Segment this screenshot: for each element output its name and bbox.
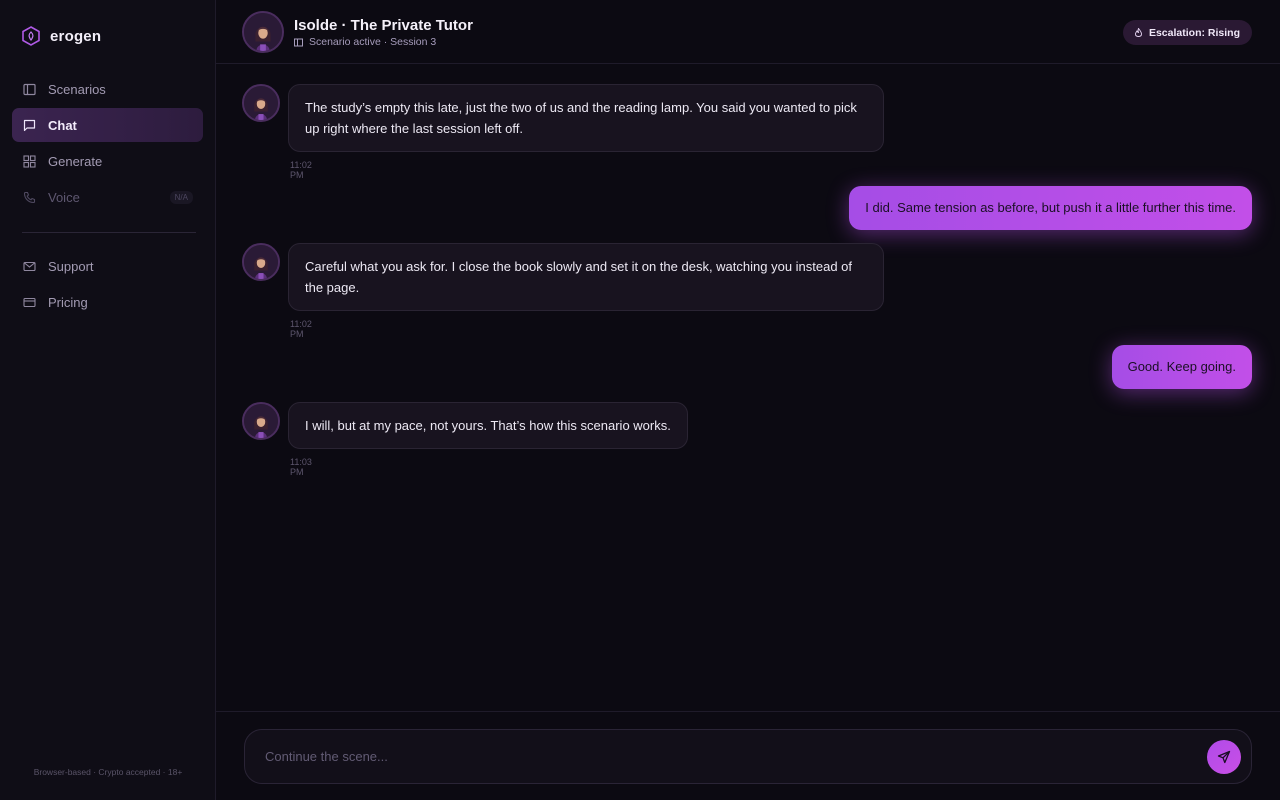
flame-icon xyxy=(1135,28,1142,37)
sidebar-item-pricing[interactable]: Pricing xyxy=(12,285,203,319)
chat-icon xyxy=(22,118,36,132)
sidebar-item-label: Pricing xyxy=(48,294,88,310)
message-bubble: Good. Keep going. xyxy=(1111,345,1252,389)
avatar-image xyxy=(244,13,282,51)
mail-icon xyxy=(22,259,36,273)
sidebar-item-voice[interactable]: Voice N/A xyxy=(12,180,203,214)
sidebar-item-label: Generate xyxy=(48,153,103,169)
send-icon xyxy=(1217,750,1231,764)
avatar-image xyxy=(244,86,278,120)
sidebar-item-chat[interactable]: Chat xyxy=(12,108,203,142)
sidebar-footer: Browser-based · Crypto accepted · 18+ xyxy=(33,767,183,777)
session-status: Scenario active · Session 3 xyxy=(294,36,436,48)
composer xyxy=(244,729,1252,784)
book-icon xyxy=(22,82,36,96)
message-bubble: The study’s empty this late, just the tw… xyxy=(288,84,884,152)
message-bubble: I will, but at my pace, not yours. That’… xyxy=(288,402,688,449)
message-input[interactable] xyxy=(265,730,1165,783)
page-title: Isolde · The Private Tutor xyxy=(294,17,473,34)
sidebar-item-label: Scenarios xyxy=(48,81,106,97)
avatar-image xyxy=(244,245,278,279)
grid-icon xyxy=(22,154,36,168)
composer-area xyxy=(216,711,1280,800)
escalation-label: Escalation: Rising xyxy=(1148,26,1240,39)
message-time: 11:02 PM xyxy=(290,160,312,180)
avatar-image xyxy=(244,404,278,438)
sidebar-divider xyxy=(22,232,196,233)
brand-name: erogen xyxy=(50,27,102,45)
avatar[interactable] xyxy=(242,402,280,440)
message-time: 11:03 PM xyxy=(290,457,312,477)
book-icon xyxy=(294,38,303,47)
sidebar-item-scenarios[interactable]: Scenarios xyxy=(12,72,203,106)
escalation-badge[interactable]: Escalation: Rising xyxy=(1122,20,1252,45)
sidebar-item-support[interactable]: Support xyxy=(12,249,203,283)
send-button[interactable] xyxy=(1207,740,1241,774)
sidebar: erogen Scenarios Chat Generate Voice N/A… xyxy=(0,0,216,800)
brand[interactable]: erogen xyxy=(22,26,101,46)
na-badge: N/A xyxy=(169,191,193,204)
avatar[interactable] xyxy=(242,243,280,281)
message-bubble: I did. Same tension as before, but push … xyxy=(849,186,1252,230)
card-icon xyxy=(22,295,36,309)
message-bubble: Careful what you ask for. I close the bo… xyxy=(288,243,884,311)
sidebar-item-label: Chat xyxy=(48,117,77,133)
message-time: 11:02 PM xyxy=(290,319,312,339)
sidebar-nav: Scenarios Chat Generate Voice N/A Suppor… xyxy=(12,72,203,321)
sidebar-item-label: Voice xyxy=(48,189,80,205)
chat-header: Isolde · The Private Tutor Scenario acti… xyxy=(216,0,1280,64)
session-status-text: Scenario active · Session 3 xyxy=(309,36,437,48)
avatar[interactable] xyxy=(242,84,280,122)
sidebar-item-generate[interactable]: Generate xyxy=(12,144,203,178)
phone-icon xyxy=(22,190,36,204)
avatar[interactable] xyxy=(242,11,284,53)
sidebar-item-label: Support xyxy=(48,258,94,274)
logo-icon xyxy=(22,26,40,46)
